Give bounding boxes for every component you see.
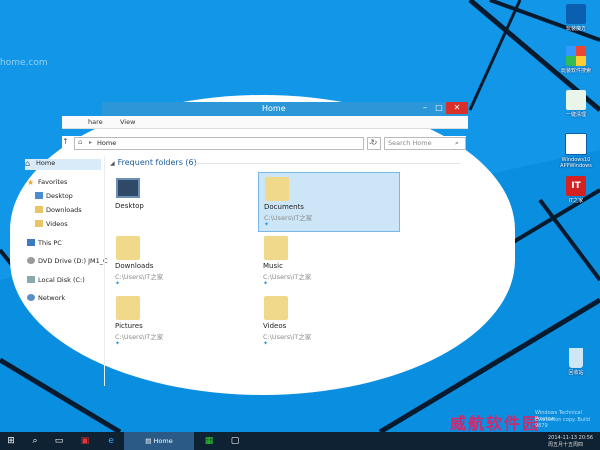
address-bar: ↑ ⌂ ▸ Home ⌄ ↻ Search Home ⌕: [62, 136, 466, 150]
downloads-folder-icon: [35, 206, 43, 213]
desktop-icon-mofang[interactable]: 玩装魔方: [557, 4, 595, 32]
folder-icon: ▤: [145, 437, 154, 445]
pane-divider: [104, 156, 105, 386]
downloads-folder-icon: [116, 236, 140, 260]
clock-date[interactable]: 周五月十五周四: [548, 441, 583, 448]
nav-item-videos[interactable]: Videos: [35, 220, 68, 231]
nav-item-this-pc[interactable]: This PC: [27, 239, 62, 250]
build-watermark-2: Evaluation copy. Build 9879: [535, 417, 590, 429]
brand-watermark: 威航软件园: [450, 414, 541, 433]
folder-downloads[interactable]: Downloads C:\Users\IT之家 ✦: [110, 232, 250, 290]
nav-item-desktop[interactable]: Desktop: [35, 192, 73, 203]
disk-icon: [27, 276, 35, 283]
ribbon: hare View: [62, 116, 468, 129]
title-bar[interactable]: Home – □ ✕: [102, 102, 468, 116]
pin-icon: ✦: [115, 280, 121, 287]
desktop-icon-cleanup[interactable]: 一键清理: [557, 90, 595, 118]
pin-icon: ✦: [263, 280, 269, 287]
minimize-button[interactable]: –: [418, 102, 432, 114]
navigation-pane: ⌂ Home ★ Favorites Desktop Downloads Video…: [25, 156, 108, 386]
section-divider: [195, 163, 460, 164]
ie-icon[interactable]: e: [100, 432, 122, 450]
taskbar: ⊞ ⌕ ▭ ▣ e ▤ Home ▦ ▢ 2014-11-13 20:56 周五…: [0, 432, 600, 450]
nav-item-downloads[interactable]: Downloads: [35, 206, 82, 217]
computer-icon: [27, 239, 35, 246]
folder-pictures[interactable]: Pictures C:\Users\IT之家 ✦: [110, 292, 250, 350]
section-header[interactable]: ◢ Frequent folders (6): [110, 158, 197, 167]
taskbar-explorer-home[interactable]: ▤ Home: [124, 432, 194, 450]
refresh-button[interactable]: ↻: [367, 137, 381, 150]
address-box[interactable]: ⌂ ▸ Home ⌄: [74, 137, 373, 150]
pictures-folder-icon: [116, 296, 140, 320]
desktop-icon-windows10[interactable]: Windows10 APPWindows: [557, 133, 595, 169]
search-icon: ⌕: [455, 139, 459, 147]
app-icon: [566, 46, 586, 66]
pin-icon: ✦: [263, 340, 269, 347]
close-button[interactable]: ✕: [446, 102, 468, 114]
desktop-icon: [116, 178, 140, 198]
videos-folder-icon: [35, 220, 43, 227]
ithome-app-icon[interactable]: ▣: [74, 432, 96, 450]
windows-logo-icon: [565, 133, 587, 155]
search-placeholder: Search Home: [388, 139, 432, 147]
folder-videos[interactable]: Videos C:\Users\IT之家 ✦: [258, 292, 398, 350]
url-watermark: home.com: [0, 58, 48, 68]
up-arrow-icon[interactable]: ↑: [62, 137, 69, 146]
chevron-right-icon: ▸: [89, 139, 93, 146]
documents-folder-icon: [265, 177, 289, 201]
tab-view[interactable]: View: [120, 118, 135, 126]
music-folder-icon: [264, 236, 288, 260]
chevron-down-icon: ◢: [110, 160, 115, 167]
star-icon: ★: [27, 178, 35, 187]
broom-icon: [566, 90, 586, 110]
desktop-icon-ithome[interactable]: IT IT之家: [557, 176, 595, 204]
desktop-icon-software-search[interactable]: 玩装软件搜索: [557, 46, 595, 74]
desktop-folder-icon: [35, 192, 43, 199]
store-icon[interactable]: ▦: [198, 432, 220, 450]
address-path: Home: [97, 139, 117, 147]
start-button[interactable]: ⊞: [0, 432, 22, 450]
task-view-icon[interactable]: ▭: [48, 432, 70, 450]
dvd-icon: [27, 257, 35, 264]
desktop-icon-recycle-bin[interactable]: 回收站: [557, 348, 595, 376]
nav-item-favorites[interactable]: ★ Favorites: [27, 178, 67, 189]
folder-music[interactable]: Music C:\Users\IT之家 ✦: [258, 232, 398, 290]
nav-item-dvd-drive[interactable]: DVD Drive (D:) JM1_C: [27, 257, 108, 268]
nav-item-network[interactable]: Network: [27, 294, 65, 305]
cube-icon: [566, 4, 586, 24]
videos-folder-icon: [264, 296, 288, 320]
recycle-bin-icon: [569, 348, 583, 368]
search-input[interactable]: Search Home ⌕: [384, 137, 466, 150]
pin-icon: ✦: [115, 340, 121, 347]
home-icon: ⌂: [25, 159, 31, 168]
tab-share[interactable]: hare: [88, 118, 103, 126]
window-title: Home: [262, 104, 286, 113]
folder-documents[interactable]: Documents C:\Users\IT之家 ✦: [258, 172, 400, 232]
app-icon[interactable]: ▢: [224, 432, 246, 450]
network-icon: [27, 294, 35, 301]
nav-item-local-disk[interactable]: Local Disk (C:): [27, 276, 85, 287]
ithome-logo-icon: IT: [566, 176, 586, 196]
search-icon[interactable]: ⌕: [24, 432, 46, 450]
nav-item-home[interactable]: ⌂ Home: [25, 159, 101, 170]
maximize-button[interactable]: □: [432, 102, 446, 114]
pin-icon: ✦: [264, 221, 270, 228]
folder-desktop[interactable]: Desktop: [110, 172, 250, 230]
home-icon: ⌂: [78, 138, 83, 146]
